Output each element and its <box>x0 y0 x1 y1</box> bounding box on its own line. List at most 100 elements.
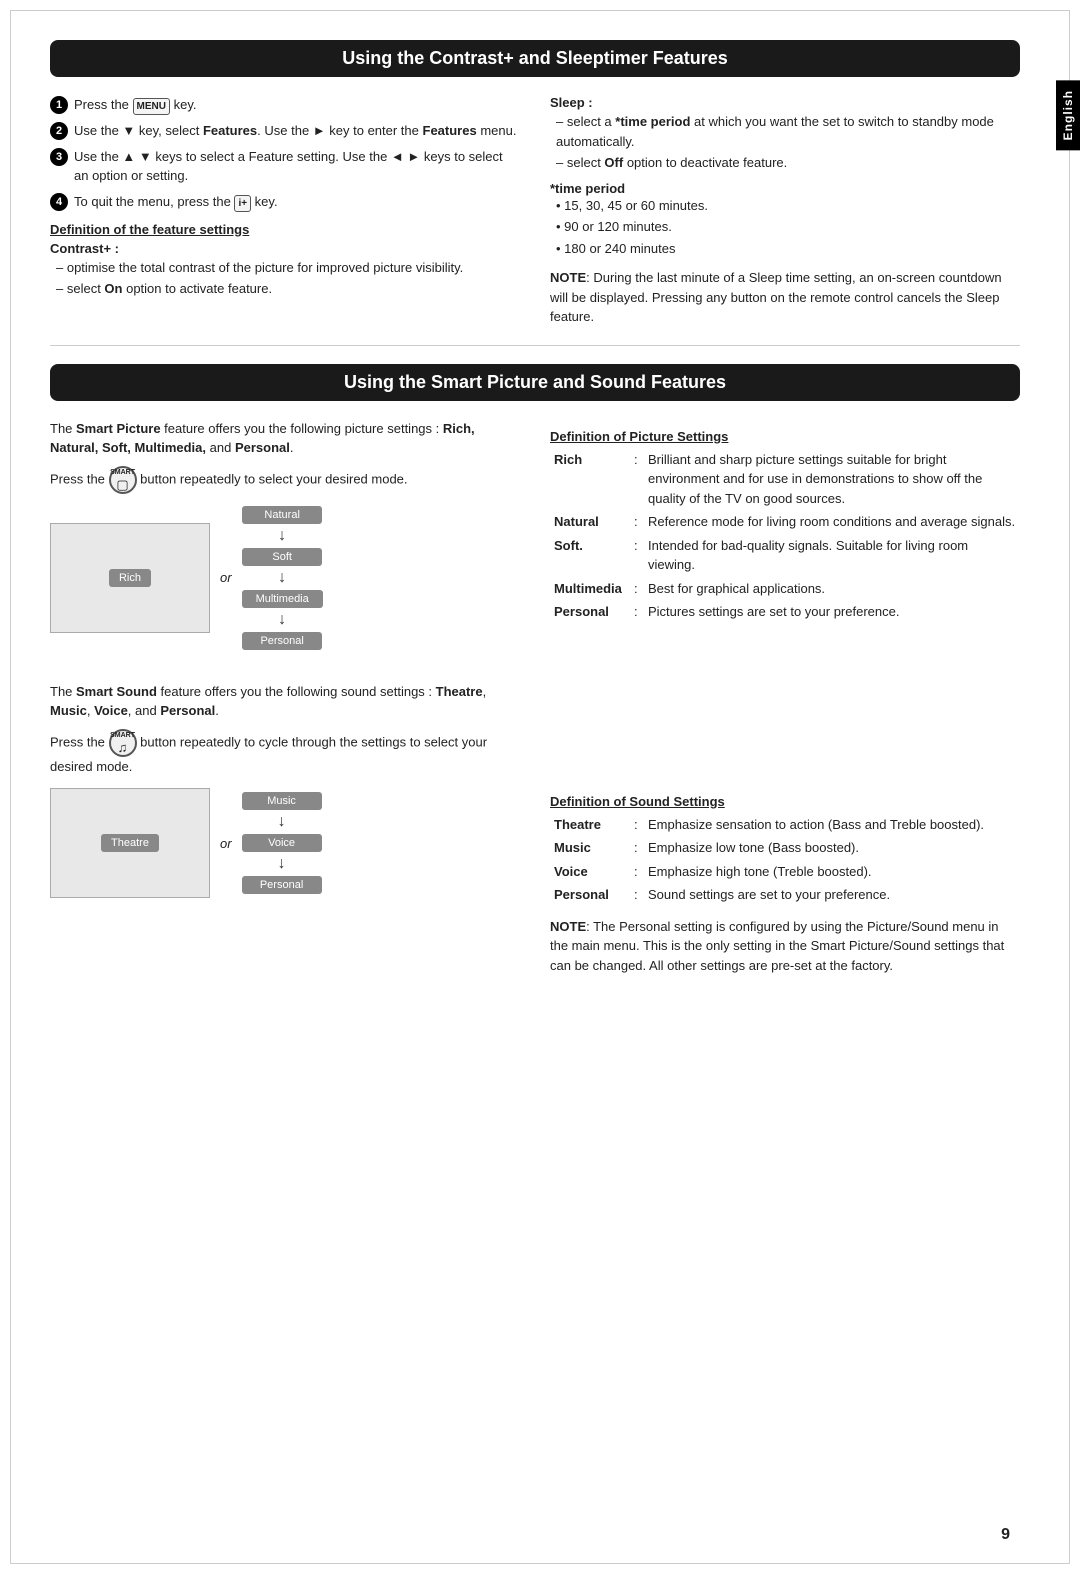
time-period-list: 15, 30, 45 or 60 minutes. 90 or 120 minu… <box>556 196 1020 259</box>
arrow-3: ↓ <box>278 612 286 628</box>
section2-right: Definition of Picture Settings Rich : Br… <box>550 419 1020 976</box>
smart-picture-button[interactable]: SMART ▢ <box>109 466 137 494</box>
music-desc: Emphasize low tone (Bass boosted). <box>644 836 1020 860</box>
step-text-3: Use the ▲ ▼ keys to select a Feature set… <box>74 147 520 186</box>
step-text-1: Press the MENU key. <box>74 95 196 115</box>
step-4: 4 To quit the menu, press the i+ key. <box>50 192 520 212</box>
section1-content: 1 Press the MENU key. 2 Use the ▼ key, s… <box>50 95 1020 327</box>
personal-sound-name: Personal <box>550 883 630 907</box>
def-feature-heading: Definition of the feature settings <box>50 222 520 237</box>
sound-or: or <box>220 836 232 851</box>
music-box: Music <box>242 792 322 810</box>
section-smart-picture-sound: Using the Smart Picture and Sound Featur… <box>50 364 1020 976</box>
soft-box: Soft <box>242 548 322 566</box>
step-3: 3 Use the ▲ ▼ keys to select a Feature s… <box>50 147 520 186</box>
rich-label: Rich <box>109 569 151 587</box>
table-row: Multimedia : Best for graphical applicat… <box>550 577 1020 601</box>
smart-picture-intro: The Smart Picture feature offers you the… <box>50 419 520 458</box>
personal-pic-name: Personal <box>550 600 630 624</box>
sound-arrow-2: ↓ <box>278 856 286 872</box>
arrow-2: ↓ <box>278 570 286 586</box>
rich-desc: Brilliant and sharp picture settings sui… <box>644 448 1020 511</box>
table-row: Soft. : Intended for bad-quality signals… <box>550 534 1020 577</box>
natural-name: Natural <box>550 510 630 534</box>
step-text-2: Use the ▼ key, select Features. Use the … <box>74 121 516 141</box>
step-text-4: To quit the menu, press the i+ key. <box>74 192 278 212</box>
page-number: 9 <box>1001 1526 1010 1544</box>
section1-left: 1 Press the MENU key. 2 Use the ▼ key, s… <box>50 95 520 327</box>
rich-box: Rich <box>50 523 210 633</box>
language-tab: English <box>1056 80 1080 150</box>
step-2: 2 Use the ▼ key, select Features. Use th… <box>50 121 520 141</box>
picture-icon: ▢ <box>116 478 128 491</box>
picture-or: or <box>220 570 232 585</box>
sleep-item-2: select Off option to deactivate feature. <box>556 153 1020 173</box>
rich-name: Rich <box>550 448 630 511</box>
contrast-item-1: optimise the total contrast of the pictu… <box>56 258 520 278</box>
soft-name: Soft. <box>550 534 630 577</box>
step-num-3: 3 <box>50 148 68 166</box>
contrast-plus-heading: Contrast+ : <box>50 241 520 256</box>
sound-icon: ♫ <box>118 741 128 754</box>
theatre-desc: Emphasize sensation to action (Bass and … <box>644 813 1020 837</box>
step-num-4: 4 <box>50 193 68 211</box>
time-period-3: 180 or 240 minutes <box>556 239 1020 259</box>
section1-right: Sleep : select a *time period at which y… <box>550 95 1020 327</box>
multimedia-desc: Best for graphical applications. <box>644 577 1020 601</box>
smart-picture-press-text: Press the SMART ▢ button repeatedly to s… <box>50 466 520 494</box>
note-label-2: NOTE <box>550 919 586 934</box>
personal-pic-box: Personal <box>242 632 322 650</box>
sound-flow: Music ↓ Voice ↓ Personal <box>242 792 322 894</box>
step-num-2: 2 <box>50 122 68 140</box>
multimedia-name: Multimedia <box>550 577 630 601</box>
contrast-item-2: select On option to activate feature. <box>56 279 520 299</box>
theatre-label: Theatre <box>101 834 159 852</box>
time-period-1: 15, 30, 45 or 60 minutes. <box>556 196 1020 216</box>
menu-key-icon: MENU <box>133 98 170 115</box>
section2-title: Using the Smart Picture and Sound Featur… <box>50 364 1020 401</box>
note-label-1: NOTE <box>550 270 586 285</box>
voice-name: Voice <box>550 860 630 884</box>
table-row: Music : Emphasize low tone (Bass boosted… <box>550 836 1020 860</box>
picture-settings-table: Rich : Brilliant and sharp picture setti… <box>550 448 1020 624</box>
sound-arrow-1: ↓ <box>278 814 286 830</box>
soft-desc: Intended for bad-quality signals. Suitab… <box>644 534 1020 577</box>
def-picture-heading: Definition of Picture Settings <box>550 429 1020 444</box>
time-period-2: 90 or 120 minutes. <box>556 217 1020 237</box>
note-text-2: : The Personal setting is configured by … <box>550 919 1004 973</box>
def-sound-heading: Definition of Sound Settings <box>550 794 1020 809</box>
sleep-heading: Sleep : <box>550 95 1020 110</box>
sleep-item-1: select a *time period at which you want … <box>556 112 1020 151</box>
sleep-list: select a *time period at which you want … <box>556 112 1020 173</box>
personal-pic-desc: Pictures settings are set to your prefer… <box>644 600 1020 624</box>
picture-diagram: Rich or Natural ↓ Soft ↓ Multimedia ↓ Pe… <box>50 506 520 650</box>
picture-flow: Natural ↓ Soft ↓ Multimedia ↓ Personal <box>242 506 323 650</box>
music-name: Music <box>550 836 630 860</box>
multimedia-box: Multimedia <box>242 590 323 608</box>
smart-sound-button[interactable]: SMART ♫ <box>109 729 137 757</box>
step-num-1: 1 <box>50 96 68 114</box>
personal-sound-box: Personal <box>242 876 322 894</box>
section2-note: NOTE: The Personal setting is configured… <box>550 917 1020 976</box>
natural-desc: Reference mode for living room condition… <box>644 510 1020 534</box>
sound-settings-table: Theatre : Emphasize sensation to action … <box>550 813 1020 907</box>
smart-sound-intro: The Smart Sound feature offers you the f… <box>50 682 520 721</box>
table-row: Theatre : Emphasize sensation to action … <box>550 813 1020 837</box>
note-text-1: : During the last minute of a Sleep time… <box>550 270 1002 324</box>
info-key-icon: i+ <box>234 195 251 212</box>
table-row: Personal : Sound settings are set to you… <box>550 883 1020 907</box>
arrow-1: ↓ <box>278 528 286 544</box>
section2-left: The Smart Picture feature offers you the… <box>50 419 520 976</box>
theatre-name: Theatre <box>550 813 630 837</box>
table-row: Voice : Emphasize high tone (Treble boos… <box>550 860 1020 884</box>
natural-box: Natural <box>242 506 322 524</box>
section2-content: The Smart Picture feature offers you the… <box>50 419 1020 976</box>
section1-title: Using the Contrast+ and Sleeptimer Featu… <box>50 40 1020 77</box>
table-row: Natural : Reference mode for living room… <box>550 510 1020 534</box>
steps-list: 1 Press the MENU key. 2 Use the ▼ key, s… <box>50 95 520 212</box>
section-contrast-sleeptimer: Using the Contrast+ and Sleeptimer Featu… <box>50 40 1020 327</box>
smart-sound-press-text: Press the SMART ♫ button repeatedly to c… <box>50 729 520 777</box>
contrast-plus-list: optimise the total contrast of the pictu… <box>56 258 520 299</box>
section1-note: NOTE: During the last minute of a Sleep … <box>550 268 1020 327</box>
theatre-box: Theatre <box>50 788 210 898</box>
